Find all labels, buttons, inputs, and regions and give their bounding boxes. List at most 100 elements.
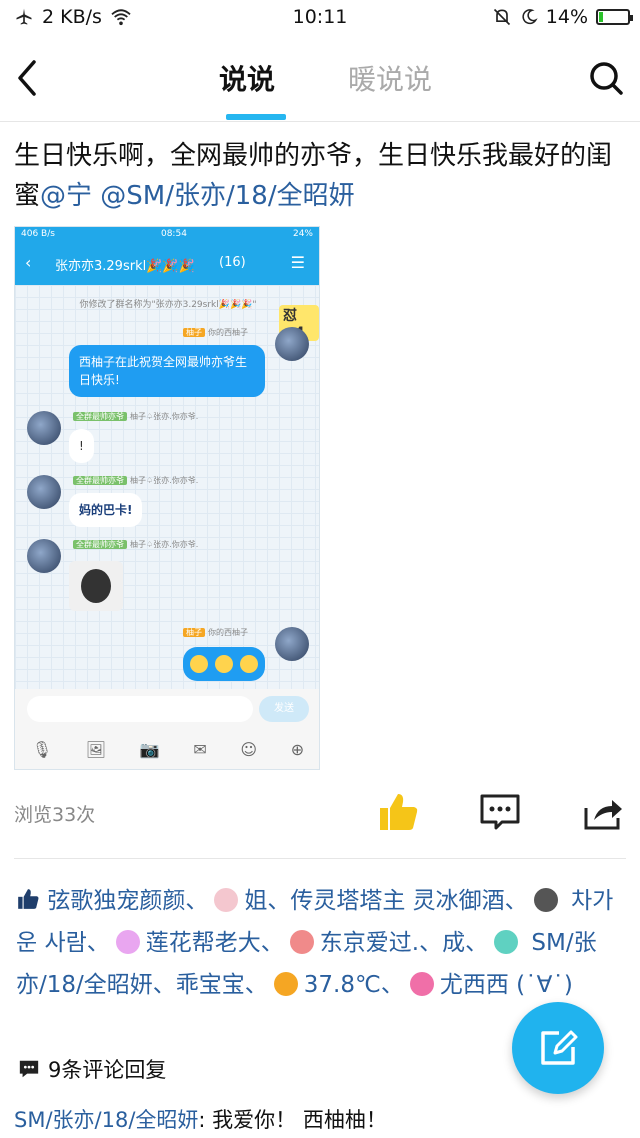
cute-badge-icon [214,888,239,912]
separator: 、 [260,930,284,956]
battery-percent: 14% [545,6,588,28]
image-avatar [275,327,309,361]
back-arrow-icon [18,60,36,96]
image-sender-tag: 全群最帅亦爷 柚子♤张亦.你亦爷. [73,539,198,550]
thumbs-up-icon [18,889,39,909]
star-badge-icon [289,930,314,954]
image-time: 08:54 [160,229,187,239]
comment-bubble-icon [19,1060,39,1078]
image-emoji-icon: ☺ [240,739,258,759]
image-message-bubble: 西柚子在此祝贺全网最帅亦爷生日快乐! [69,345,265,397]
separator: 、 [380,972,404,998]
image-sender-name: 柚子♤张亦.你亦爷. [130,476,199,485]
liker-name[interactable]: 乖宝宝 [176,972,245,998]
image-send-button: 发送 [259,696,309,722]
battery-icon [596,9,633,25]
mention-link[interactable]: @宁 [40,181,92,211]
liker-name[interactable]: 姐 [244,888,267,914]
back-button[interactable] [10,56,50,100]
separator: 、 [267,888,291,914]
mention-link[interactable]: @SM/张亦/18/全昭妍 [100,181,354,211]
liker-name[interactable]: 弦歌独宠颜颜 [47,888,185,914]
image-system-note: 你修改了群名称为"张亦亦3.29srkl🎉🎉🎉" [79,300,257,310]
image-emoji [239,655,258,673]
comment-text: : 我爱你！ 西柚柚！ [198,1108,387,1132]
image-emoji [214,655,233,673]
image-chat-count: (16) [219,255,246,270]
image-sender-badge: 全群最帅亦爷 [73,540,127,549]
image-message-bubble: 妈的巴卡! [69,493,143,527]
compose-button[interactable] [512,1002,604,1094]
moon-badge-icon [115,930,140,954]
lollipop-badge-icon [273,972,298,996]
status-right: 14% [492,6,633,28]
image-status-bar: 406 B/s 08:54 24% [15,227,319,241]
share-icon [584,800,622,830]
image-message-bubble: ! [69,429,94,463]
leaf-badge-icon [494,930,519,954]
image-sender-badge: 柚子 [183,328,205,337]
post-text: 生日快乐啊，全网最帅的亦爷，生日快乐我最好的闺蜜@宁 @SM/张亦/18/全昭妍 [14,136,630,216]
thumbs-up-icon [380,794,418,830]
image-sender-name: 柚子♤张亦.你亦爷. [130,412,199,421]
image-avatar [27,539,61,573]
image-avatar [275,627,309,661]
comment-button[interactable] [478,790,522,834]
image-sender-tag: 全群最帅亦爷 柚子♤张亦.你亦爷. [73,411,198,422]
tab-shuoshuo[interactable]: 说说 [219,58,275,98]
image-envelope-icon: ✉ [193,739,207,759]
search-icon [590,62,623,95]
bell-off-icon [493,8,510,26]
share-button[interactable] [580,790,624,834]
image-avatar [27,411,61,445]
liker-name[interactable]: 东京爱过. [320,930,419,956]
image-chat-header: ‹ 张亦亦3.29srkl🎉🎉🎉 (16) ☰ [15,241,319,285]
comment-icon [480,794,520,830]
search-button[interactable] [586,56,626,100]
image-emoji [190,655,209,673]
comment-item: SM/张亦/18/全昭妍: 我爱你！ 西柚柚！ [14,1104,387,1134]
liker-name[interactable]: 37.8℃ [304,972,381,998]
liker-name[interactable]: 莲花帮老大 [146,930,261,956]
image-input-field [27,696,253,722]
tab-nuan-shuoshuo[interactable]: 暖说说 [348,58,432,98]
comment-author[interactable]: SM/张亦/18/全昭妍 [14,1108,198,1132]
image-chat-title: 张亦亦3.29srkl🎉🎉🎉 [55,259,195,274]
image-sender-tag: 柚子 你的西柚子 [183,627,248,638]
image-input-bar: 发送 [15,689,319,729]
liker-name[interactable]: 成 [442,930,465,956]
image-toolbar: 🎙 🖼 📷 ✉ ☺ ⊕ [15,729,319,769]
post-image[interactable]: 406 B/s 08:54 24% ‹ 张亦亦3.29srkl🎉🎉🎉 (16) … [14,226,320,770]
image-network-speed: 406 B/s [21,229,55,239]
comments-header: 9条评论回复 [18,1054,166,1084]
image-sender-badge: 全群最帅亦爷 [73,476,127,485]
soccer-ball-icon [533,888,558,912]
separator: 、 [152,972,176,998]
image-sender-name: 你的西柚子 [208,628,248,637]
header: 说说 暖说说 [0,36,640,122]
image-plus-icon: ⊕ [290,739,305,759]
image-menu-icon: ☰ [290,253,305,272]
moon-icon [522,9,538,25]
liker-name[interactable]: 尤西西 (˙∀˙) [440,972,573,998]
divider [14,858,626,859]
separator: 、 [185,888,209,914]
image-sender-badge: 全群最帅亦爷 [73,412,127,421]
comment-count[interactable]: 9条评论回复 [48,1054,166,1084]
separator: 、 [419,930,443,956]
status-bar: 2 KB/s 10:11 14% [0,0,640,36]
image-avatar [27,475,61,509]
image-sender-name: 你的西柚子 [208,328,248,337]
image-mic-icon: 🎙 [31,739,53,759]
like-button[interactable] [376,790,420,834]
image-sticker-picture [69,561,123,611]
liker-name[interactable]: 传灵塔塔主 灵冰御酒 [290,888,504,914]
image-picture-icon: 🖼 [85,739,107,759]
image-back-icon: ‹ [25,253,32,272]
battery-fill [599,12,604,22]
heart-badge-icon [409,972,434,996]
image-camera-icon: 📷 [139,739,160,759]
edit-icon [541,1030,578,1065]
image-sender-tag: 全群最帅亦爷 柚子♤张亦.你亦爷. [73,475,198,486]
view-count: 浏览33次 [14,804,96,826]
